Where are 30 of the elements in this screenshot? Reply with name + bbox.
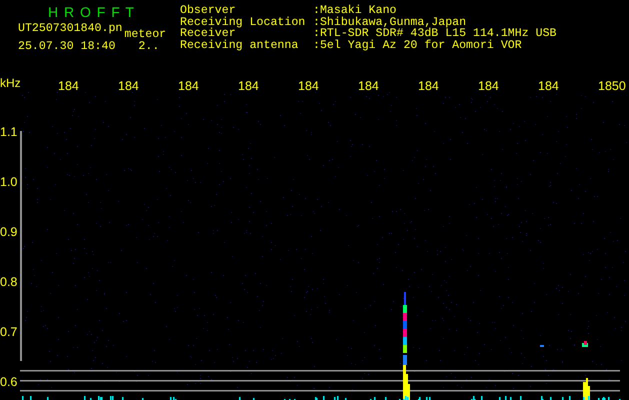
axis-label: 184 <box>58 78 79 95</box>
info-value: :Shibukawa,Gunma,Japan <box>313 16 468 28</box>
axis-label: 0.9 <box>0 224 18 241</box>
axis-label: 184 <box>238 78 259 95</box>
axis-unit: kHz <box>0 75 21 92</box>
info-label: Receiver <box>180 28 236 40</box>
axis-label: 0.8 <box>0 274 18 291</box>
axis-label: 1.1 <box>0 124 18 141</box>
axis-label: 184 <box>478 78 499 95</box>
axis-label: 184 <box>298 78 319 95</box>
app-title: H R O F F T <box>47 5 136 19</box>
axis-label: 1850 <box>598 78 626 95</box>
axis-label: 184 <box>358 78 379 95</box>
info-label: Receiving Location <box>180 16 306 28</box>
info-value: :5el Yagi Az 20 for Aomori VOR <box>313 40 523 52</box>
axis-label: 0.6 <box>0 374 18 391</box>
axis-label: 184 <box>178 78 199 95</box>
info-value: :Masaki Kano <box>313 5 396 17</box>
info-label: Observer <box>180 5 236 17</box>
file-name: UT2507301840.pn <box>18 23 122 37</box>
axis-label: 184 <box>538 78 559 95</box>
mode-label: meteor <box>124 29 166 41</box>
timestamp: 25.07.30 18:40 <box>18 40 116 52</box>
info-value: :RTL-SDR SDR# 43dB L15 114.1MHz USB <box>313 28 557 40</box>
count-label: 2.. <box>138 40 160 52</box>
axis-label: 184 <box>418 78 439 95</box>
info-label: Receiving antenna <box>180 40 300 52</box>
axis-label: 0.7 <box>0 324 18 341</box>
axis-label: 1.0 <box>0 174 18 191</box>
axis-label: 184 <box>118 78 139 95</box>
